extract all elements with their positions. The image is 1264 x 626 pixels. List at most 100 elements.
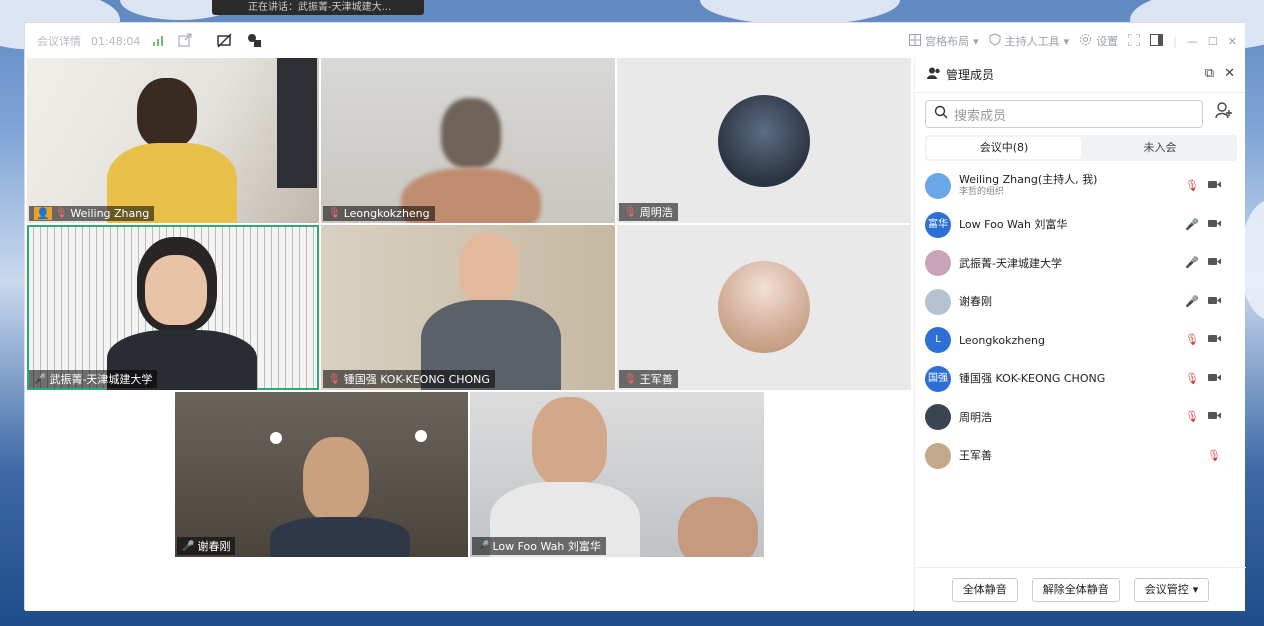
member-row[interactable]: L Leongkokzheng 🎙 [925,321,1237,360]
member-tabs: 会议中(8) 未入会 [925,135,1237,161]
search-icon [934,105,948,123]
avatar [925,250,951,277]
member-name: Leongkokzheng [959,333,1045,347]
layout-button[interactable]: 宫格布局 ▾ [909,33,979,49]
avatar [925,288,951,315]
fullscreen-icon[interactable] [1127,33,1141,49]
mic-icon[interactable]: 🎤 [1185,218,1199,231]
video-tile[interactable]: 🎤 谢春刚 [175,392,468,557]
meeting-control-label: 会议管控 [1144,583,1189,596]
participant-name: 周明浩 [639,206,673,219]
host-icon: 👤 [34,207,52,220]
member-row[interactable]: 富华 Low Foo Wah 刘富华 🎤 [925,206,1237,245]
settings-button[interactable]: 设置 [1079,33,1118,49]
mic-icon[interactable]: 🎤 [1185,295,1199,308]
camera-icon[interactable] [1208,333,1221,346]
minimize-icon[interactable]: — [1187,35,1198,48]
members-icon [927,67,941,82]
video-tile[interactable]: 🎙 Leongkokzheng [321,58,615,223]
member-name-block: 武振菁-天津城建大学 [959,257,1062,270]
chevron-down-icon: ▾ [973,34,979,48]
close-icon[interactable]: ✕ [1228,35,1237,48]
mic-off-icon: 🎙 [328,373,341,385]
video-tile[interactable]: 🎙 锺国强 KOK-KEONG CHONG [321,225,615,390]
panel-header: 管理成员 ⧉ ✕ [915,57,1245,93]
camera-icon[interactable] [1208,256,1221,269]
unmute-all-button[interactable]: 解除全体静音 [1031,577,1120,602]
mute-all-button[interactable]: 全体静音 [951,577,1018,602]
shield-icon [989,33,1001,49]
panel-footer: 全体静音 解除全体静音 会议管控 ▾ [915,567,1246,611]
tab-in-meeting[interactable]: 会议中(8) [927,137,1081,159]
participant-label: 🎤 武振菁-天津城建大学 [29,370,158,388]
tab-not-joined[interactable]: 未入会 [1083,135,1237,161]
member-row[interactable]: 王军善 🎙 [925,437,1237,476]
mic-off-icon: 🎙 [54,208,68,219]
video-tile-active-speaker[interactable]: 🎤 武振菁-天津城建大学 [27,225,319,390]
speaking-toast: 正在讲话：武振菁-天津城建大... [212,0,424,15]
mic-off-icon: 🎙 [328,208,341,219]
host-tools-button[interactable]: 主持人工具 ▾ [989,33,1069,49]
video-tile[interactable]: 🎙 周明浩 [617,58,911,223]
invite-member-icon[interactable] [1211,100,1237,128]
close-icon[interactable]: ✕ [1224,66,1235,81]
camera-icon[interactable] [1208,179,1221,192]
avatar: L [925,327,951,354]
member-name: Low Foo Wah 刘富华 [959,218,1068,232]
mic-off-icon[interactable]: 🎙 [1185,372,1199,385]
video-tile[interactable]: 🎙 王军善 [617,225,911,390]
member-row[interactable]: 周明浩 🎙 [925,398,1237,437]
participant-label: 🎙 锺国强 KOK-KEONG CHONG [323,370,495,388]
mic-off-icon: 🎙 [624,373,637,385]
meeting-timer: 01:48:04 [91,34,141,48]
member-row[interactable]: Weiling Zhang(主持人, 我) 李哲的组织 🎙 [925,167,1237,206]
member-name: 周明浩 [959,410,992,424]
participant-name: 武振菁-天津城建大学 [49,373,153,386]
participant-name: Weiling Zhang [70,207,150,220]
watermark-icon[interactable] [246,32,262,51]
mic-icon: 🎤 [477,540,490,552]
mic-icon[interactable]: 🎤 [1185,256,1199,269]
mic-off-icon: 🎙 [624,206,637,218]
host-tools-label: 主持人工具 [1004,35,1060,48]
member-name: 谢春刚 [959,295,992,309]
sidebar-toggle-icon[interactable] [1150,33,1164,49]
meeting-details-link[interactable]: 会议详情 [37,33,81,49]
meeting-window: 会议详情 01:48:04 宫格布局 ▾ 主持人工具 ▾ 设置 | — ☐ ✕ … [24,22,1246,611]
grid-icon [909,33,922,49]
mic-icon: 🎤 [34,373,47,385]
meeting-control-button[interactable]: 会议管控 ▾ [1133,577,1210,602]
mic-off-icon[interactable]: 🎙 [1207,449,1221,462]
mic-off-icon[interactable]: 🎙 [1185,410,1199,423]
search-placeholder: 搜索成员 [954,108,1007,124]
avatar: 富华 [925,211,951,238]
avatar: 国强 [925,365,951,392]
camera-icon[interactable] [1208,410,1221,423]
mic-off-icon[interactable]: 🎙 [1185,179,1199,192]
member-name-block: 谢春刚 [959,295,992,308]
settings-label: 设置 [1096,35,1119,48]
share-out-icon[interactable] [178,33,192,50]
camera-icon[interactable] [1208,295,1221,308]
member-row[interactable]: 国强 锺国强 KOK-KEONG CHONG 🎙 [925,360,1237,399]
member-row[interactable]: 谢春刚 🎤 [925,283,1237,322]
divider: | [1173,34,1177,48]
video-tile[interactable]: 👤 🎙 Weiling Zhang [27,58,319,223]
member-name-block: Leongkokzheng [959,334,1045,347]
maximize-icon[interactable]: ☐ [1208,35,1218,48]
member-name-block: Low Foo Wah 刘富华 [959,218,1067,231]
member-name: Weiling Zhang(主持人, 我) [959,173,1098,187]
popout-icon[interactable]: ⧉ [1205,66,1214,81]
mic-off-icon[interactable]: 🎙 [1185,333,1199,346]
panel-title: 管理成员 [946,68,995,82]
search-input[interactable]: 搜索成员 [925,100,1203,128]
member-list: Weiling Zhang(主持人, 我) 李哲的组织 🎙 富华 Low Foo Wah… [925,167,1237,475]
camera-icon[interactable] [1208,218,1221,231]
camera-icon[interactable] [1208,372,1221,385]
no-screenshot-icon[interactable] [216,32,232,51]
participant-name: Leongkokzheng [343,207,430,220]
member-row[interactable]: 武振菁-天津城建大学 🎤 [925,244,1237,283]
video-tile[interactable]: 🎤 Low Foo Wah 刘富华 [470,392,764,557]
members-panel: 管理成员 ⧉ ✕ 搜索成员 会议中(8) 未入会 Weiling Zhang(主… [914,57,1246,611]
participant-label: 🎙 周明浩 [619,203,678,221]
